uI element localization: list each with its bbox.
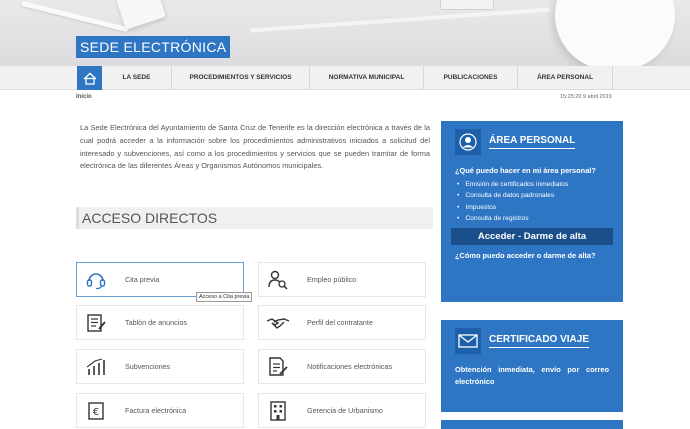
access-card-label: Subvenciones (125, 362, 171, 371)
next-panel-partial (441, 420, 623, 429)
area-personal-list: Emisión de certificados inmediatos Consu… (457, 179, 609, 224)
nav-home-button[interactable] (77, 66, 102, 90)
area-personal-header: ÁREA PERSONAL (455, 129, 623, 155)
home-icon (83, 72, 96, 85)
area-personal-question[interactable]: ¿Qué puedo hacer en mi área personal? (455, 165, 609, 177)
area-personal-panel: ÁREA PERSONAL ¿Qué puedo hacer en mi áre… (441, 121, 623, 302)
list-item: Consulta de registros (457, 213, 609, 224)
euro-icon: € (81, 399, 111, 423)
nav-item-area-personal[interactable]: ÁREA PERSONAL (518, 66, 613, 90)
main-nav: LA SEDE PROCEDIMIENTOS Y SERVICIOS NORMA… (0, 66, 690, 90)
acceder-alta-button[interactable]: Acceder - Darme de alta (451, 228, 613, 246)
access-card-label: Empleo público (307, 275, 357, 284)
access-card-label: Notificaciones electrónicas (307, 362, 393, 371)
access-section-title: ACCESO DIRECTOS (76, 207, 433, 229)
access-card-urbanismo[interactable]: Gerencia de Urbanismo (258, 393, 426, 428)
certificado-title: CERTIFICADO VIAJE (489, 334, 590, 348)
banner-mouse-decoration (555, 0, 675, 66)
access-card-notificaciones[interactable]: Notificaciones electrónicas (258, 349, 426, 384)
handshake-icon (263, 311, 293, 335)
list-item: Impuestos (457, 202, 609, 213)
access-card-label: Gerencia de Urbanismo (307, 406, 383, 415)
bar-chart-icon (81, 355, 111, 379)
access-card-factura[interactable]: € Factura electrónica (76, 393, 244, 428)
job-search-icon (263, 268, 293, 292)
access-card-label: Cita previa (125, 275, 160, 284)
list-item: Consulta de datos padronales (457, 190, 609, 201)
envelope-icon (455, 328, 481, 354)
nav-item-procedimientos[interactable]: PROCEDIMIENTOS Y SERVICIOS (172, 66, 310, 90)
document-edit-icon (263, 355, 293, 379)
access-card-tablon-anuncios[interactable]: Tablón de anuncios (76, 305, 244, 340)
certificado-text: Obtención inmediata, envío por correo el… (455, 365, 609, 386)
certificado-viaje-panel[interactable]: CERTIFICADO VIAJE Obtención inmediata, e… (441, 320, 623, 412)
site-brand[interactable]: SEDE ELECTRÓNICA (76, 36, 231, 58)
building-icon (263, 399, 293, 423)
svg-text:€: € (93, 407, 99, 418)
user-icon (455, 129, 481, 155)
hero-banner: SEDE ELECTRÓNICA (0, 0, 690, 66)
nav-item-la-sede[interactable]: LA SEDE (102, 66, 172, 90)
access-card-label: Perfil del contratante (307, 318, 373, 327)
banner-pen-decoration (21, 0, 129, 33)
access-card-subvenciones[interactable]: Subvenciones (76, 349, 244, 384)
access-card-perfil-contratante[interactable]: Perfil del contratante (258, 305, 426, 340)
headset-icon (81, 268, 111, 292)
intro-text: La Sede Electrónica del Ayuntamiento de … (80, 123, 430, 171)
tooltip: Acceso a Cita previa (196, 292, 253, 302)
access-card-label: Factura electrónica (125, 406, 187, 415)
how-to-access-link[interactable]: ¿Cómo puedo acceder o darme de alta? (455, 250, 609, 262)
access-card-label: Tablón de anuncios (125, 318, 187, 327)
banner-object-decoration (116, 0, 166, 30)
area-personal-title: ÁREA PERSONAL (489, 135, 576, 149)
banner-cable-decoration (250, 7, 550, 33)
nav-item-normativa[interactable]: NORMATIVA MUNICIPAL (310, 66, 424, 90)
certificado-header: CERTIFICADO VIAJE (455, 328, 623, 354)
notice-board-icon (81, 311, 111, 335)
banner-usb-decoration (440, 0, 494, 10)
access-card-empleo-publico[interactable]: Empleo público (258, 262, 426, 297)
current-datetime: 15:25:20 9 abril 2019 (560, 94, 612, 100)
nav-item-publicaciones[interactable]: PUBLICACIONES (424, 66, 518, 90)
breadcrumb[interactable]: Inicio (76, 94, 92, 100)
list-item: Emisión de certificados inmediatos (457, 179, 609, 190)
